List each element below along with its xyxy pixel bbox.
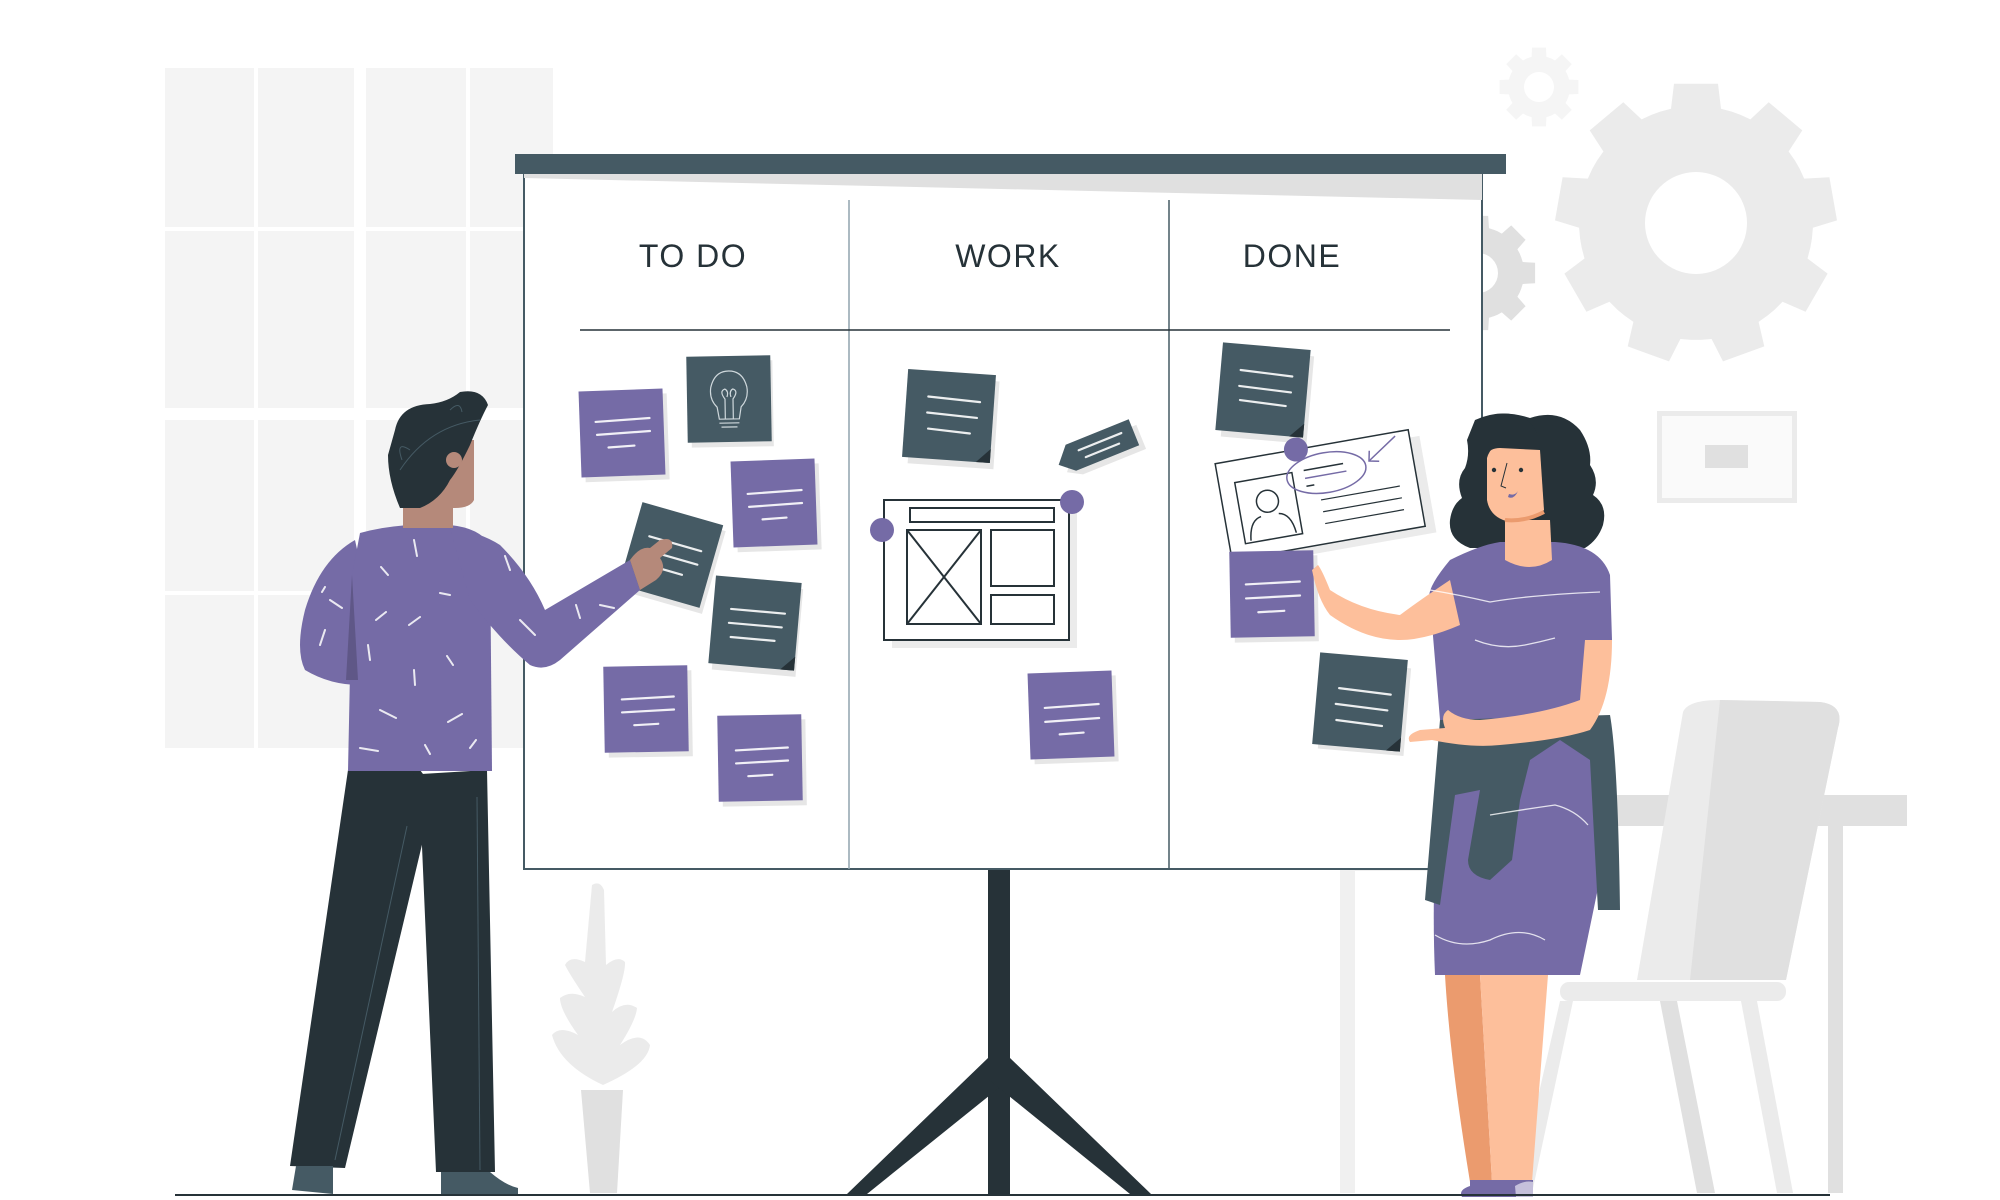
sticky-note[interactable] [902, 369, 1000, 470]
gear-icon [1555, 83, 1837, 362]
kanban-board: TO DO WORK DONE [515, 154, 1506, 870]
column-title-todo: TO DO [639, 238, 747, 274]
pin-icon [1060, 490, 1084, 514]
pin-icon [870, 518, 894, 542]
column-title-work: WORK [955, 238, 1061, 274]
board-stand [847, 869, 1151, 1194]
sticky-note[interactable] [1027, 670, 1119, 765]
gear-icon [1499, 47, 1579, 127]
sticky-note[interactable] [603, 665, 693, 758]
sticky-note[interactable] [1229, 550, 1319, 643]
column-title-done: DONE [1243, 238, 1341, 274]
picture-frame [1657, 411, 1797, 503]
sticky-note[interactable] [730, 458, 822, 553]
sticky-note[interactable] [1215, 342, 1315, 444]
sticky-note[interactable] [717, 714, 807, 807]
sticky-note[interactable] [1312, 652, 1412, 756]
kanban-illustration: TO DO WORK DONE [165, 47, 1907, 1197]
sticky-note[interactable] [578, 388, 670, 483]
sticky-note[interactable] [708, 575, 804, 677]
sticky-note-lightbulb[interactable] [686, 355, 774, 448]
wireframe-card[interactable] [870, 490, 1084, 648]
plant [552, 883, 650, 1193]
